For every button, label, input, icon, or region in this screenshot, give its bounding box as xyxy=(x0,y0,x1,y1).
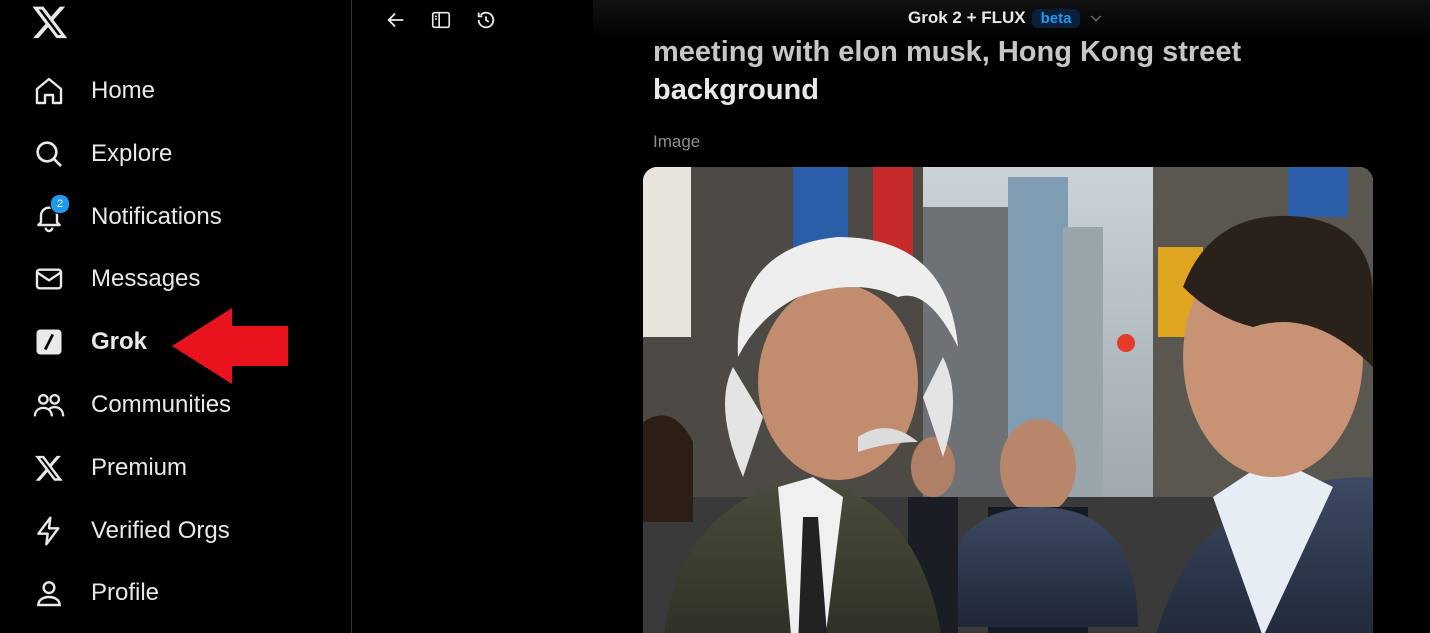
lightning-icon xyxy=(32,514,66,548)
nav-grok[interactable]: Grok xyxy=(32,317,147,367)
beta-badge: beta xyxy=(1031,8,1081,28)
image-label: Image xyxy=(653,132,701,151)
model-selector[interactable]: Grok 2 + FLUX beta xyxy=(908,8,1104,28)
back-arrow-icon[interactable] xyxy=(382,6,410,34)
nav-verified-orgs[interactable]: Verified Orgs xyxy=(32,506,230,556)
nav-notifications-label: Notifications xyxy=(91,203,222,230)
sidebar-toggle-icon[interactable] xyxy=(427,6,455,34)
grok-main-panel: meeting with elon musk, Hong Kong street… xyxy=(353,0,1430,633)
person-icon xyxy=(32,576,66,610)
nav-home[interactable]: Home xyxy=(32,66,155,116)
home-icon xyxy=(32,74,66,108)
sidebar: Home Explore 2 Notifications Messages Gr… xyxy=(0,0,352,633)
envelope-icon xyxy=(32,262,66,296)
nav-explore[interactable]: Explore xyxy=(32,129,172,179)
nav-communities-label: Communities xyxy=(91,391,232,418)
search-icon xyxy=(32,137,66,171)
nav-messages-label: Messages xyxy=(91,265,201,292)
generated-image[interactable] xyxy=(643,167,1373,633)
nav-profile[interactable]: Profile xyxy=(32,568,159,618)
nav-profile-label: Profile xyxy=(91,579,160,606)
nav-premium-label: Premium xyxy=(91,454,188,481)
people-icon xyxy=(32,388,66,422)
nav-explore-label: Explore xyxy=(91,140,173,167)
nav-communities[interactable]: Communities xyxy=(32,380,231,430)
model-name: Grok 2 + FLUX xyxy=(908,8,1026,27)
grok-icon xyxy=(32,325,66,359)
top-bar: Grok 2 + FLUX beta xyxy=(353,0,1430,40)
x-logo-icon[interactable] xyxy=(31,3,69,41)
chevron-down-icon xyxy=(1091,15,1102,22)
x-icon xyxy=(32,451,66,485)
nav-verified-orgs-label: Verified Orgs xyxy=(91,517,230,544)
nav-grok-label: Grok xyxy=(91,328,148,355)
notification-badge: 2 xyxy=(50,194,70,214)
prompt-line: background xyxy=(653,74,819,106)
history-icon[interactable] xyxy=(472,6,500,34)
bell-icon: 2 xyxy=(32,194,70,234)
nav-premium[interactable]: Premium xyxy=(32,443,187,493)
nav-notifications[interactable]: 2 Notifications xyxy=(32,192,222,242)
red-arrow-annotation xyxy=(172,308,288,384)
nav-home-label: Home xyxy=(91,77,156,104)
nav-messages[interactable]: Messages xyxy=(32,254,200,304)
